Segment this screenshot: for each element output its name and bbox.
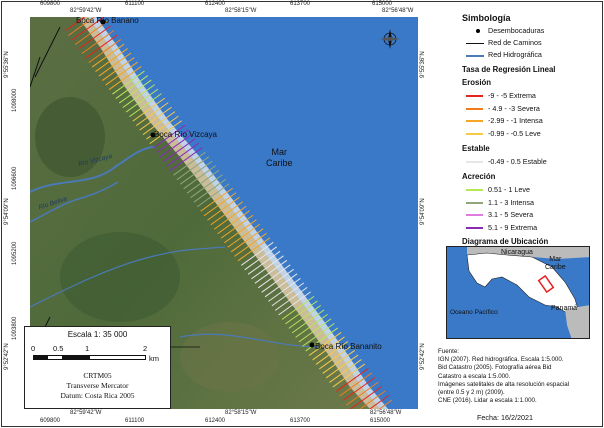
- place-boca-rio-banano: Boca Río Banano: [76, 17, 139, 25]
- inset-svg: [466, 247, 589, 338]
- erosion-class-swatch: [466, 107, 483, 110]
- grid-x-bottom-label: 611100: [125, 418, 145, 424]
- erosion-class-swatch: [466, 132, 483, 135]
- legend-title: Simbología: [462, 13, 511, 23]
- erosion-class-swatch: [466, 120, 483, 122]
- source-title: Fuente:: [438, 348, 459, 355]
- river-legend-icon: [466, 55, 484, 57]
- lon-top-label: 82°56'48"W: [382, 8, 414, 14]
- grid-x-bottom-label: 609800: [40, 418, 61, 424]
- acrecion-class-swatch: [466, 214, 483, 216]
- erosion-class-swatch: [466, 95, 483, 97]
- sea-label-line1: Mar: [271, 147, 288, 157]
- sea-label: Mar Caribe: [266, 147, 293, 169]
- acrecion-class-label: 5.1 - 9 Extrema: [488, 222, 538, 232]
- source-line: (entre 0.5 y 2 m) (2009).: [438, 389, 505, 397]
- erosion-class-label: -2.99 - -1 Intensa: [488, 116, 543, 125]
- erosion-class-label: -9 - -5 Extrema: [488, 91, 536, 100]
- projection-name: Transverse Mercator: [66, 381, 129, 390]
- grid-x-bottom-label: 615000: [370, 418, 391, 424]
- lat-left-label: 9°55'36"N: [4, 51, 10, 78]
- grid-x-top-label: 612400: [205, 1, 226, 7]
- map-date: Fecha: 16/2/2021: [477, 413, 533, 422]
- legend-erosion-title: Erosión: [462, 78, 492, 87]
- inset-mar: Mar: [549, 256, 562, 263]
- grid-x-top-label: 613700: [290, 1, 311, 7]
- lat-right-label: 9°52'42"N: [420, 343, 426, 370]
- legend-hidrografica: Red Hidrográfica: [488, 50, 542, 59]
- inset-mar-caribe: Mar Caribe: [545, 256, 566, 272]
- legend-acrecion-title: Acreción: [462, 172, 496, 181]
- erosion-class-label: -0.99 - -0.5 Leve: [488, 128, 541, 138]
- acrecion-class-swatch: [466, 226, 483, 229]
- compass-rose-icon: [380, 29, 400, 49]
- acrecion-class-label: 0.51 - 1 Leve: [488, 185, 530, 194]
- vegetation-patch: [180, 322, 280, 392]
- scale-unit: km: [149, 354, 159, 363]
- legend-location-title: Diagrama de Ubicación: [462, 237, 549, 246]
- vegetation-patch: [60, 232, 180, 322]
- sea-label-line2: Caribe: [266, 158, 293, 168]
- lon-bottom-label: 82°56'48"W: [370, 410, 402, 416]
- acrecion-class-label: 3.1 - 5 Severa: [488, 210, 534, 219]
- scale-tick-05: 0.5: [53, 344, 64, 353]
- lon-bottom-label: 82°58'15"W: [225, 410, 257, 416]
- road-legend-icon: [466, 43, 484, 44]
- grid-y-left-label: 1095200: [12, 241, 18, 265]
- acrecion-class-swatch: [466, 189, 483, 191]
- location-inset-map: Nicaragua Mar Caribe Oceano Pacífico Pan…: [446, 246, 590, 339]
- source-block: Fuente: IGN (2007). Red hidrográfica. Es…: [438, 348, 598, 405]
- lat-right-label: 9°55'36"N: [420, 51, 426, 78]
- place-boca-rio-bananito: Boca Río Bananito: [315, 342, 382, 351]
- scale-tick-0: 0: [31, 344, 36, 353]
- grid-x-top-label: 609800: [40, 1, 61, 7]
- acrecion-class-label: 1.1 - 3 Intensa: [488, 197, 534, 207]
- place-boca-rio-vizcaya: Boca Río Vizcaya: [154, 130, 217, 139]
- grid-x-top-label: 615000: [372, 1, 393, 7]
- inset-nicaragua: Nicaragua: [501, 249, 533, 256]
- projection-code: CRTM05: [83, 371, 112, 380]
- acrecion-class-swatch: [466, 201, 483, 204]
- source-line: Imágenes satelitales de alta resolución …: [438, 380, 570, 388]
- desembocadura-point: [309, 342, 315, 348]
- inset-oceano: Oceano Pacífico: [450, 309, 498, 316]
- source-line: IGN (2007). Red hidrográfica. Escala 1:5…: [438, 356, 564, 364]
- source-line: CNE (2016). Lidar a escala 1:1.000.: [438, 397, 537, 405]
- scale-tick-2: 2: [143, 344, 148, 353]
- inset-panama: Panamá: [551, 305, 578, 312]
- source-line: Catastro a escala 1:5.000.: [438, 372, 511, 380]
- scale-bar: [33, 355, 146, 360]
- grid-x-bottom-label: 613700: [290, 418, 311, 424]
- grid-y-left-label: 1093800: [12, 316, 18, 340]
- projection-datum: Datum: Costa Rica 2005: [60, 391, 135, 400]
- source-line: Bid Catastro (2005). Fotografía aérea Bi…: [438, 364, 552, 372]
- grid-y-left-label: 1096600: [12, 166, 18, 190]
- grid-x-bottom-label: 612400: [205, 418, 226, 424]
- scale-title: Escala 1: 35 000: [67, 330, 128, 339]
- grid-x-top-label: 611100: [125, 1, 145, 7]
- erosion-class-label: - 4.9 - -3 Severa: [488, 103, 540, 113]
- lat-left-label: 9°52'42"N: [4, 343, 10, 370]
- desembocadura-legend-icon: [476, 29, 480, 33]
- vegetation-patch: [35, 97, 105, 177]
- lat-right-label: 9°54'09"N: [420, 198, 426, 225]
- legend-desembocaduras: Desembocaduras: [488, 26, 545, 35]
- legend-rate-title: Tasa de Regresión Lineal: [462, 65, 556, 74]
- lon-bottom-label: 82°59'42"W: [70, 410, 102, 416]
- legend-estable-title: Estable: [462, 144, 490, 153]
- lon-top-label: 82°58'15"W: [225, 8, 257, 14]
- inset-caribe: Caribe: [545, 264, 566, 271]
- estable-class-swatch: [466, 161, 483, 163]
- legend-caminos: Red de Caminos: [488, 38, 542, 47]
- scale-box: Escala 1: 35 000 0 0.5 1 2 km CRTM05 Tra…: [24, 326, 171, 409]
- scale-tick-1: 1: [85, 344, 90, 353]
- lat-left-label: 9°54'09"N: [4, 198, 10, 225]
- estable-class-label: -0.49 - 0.5 Estable: [488, 157, 547, 166]
- lon-top-label: 82°59'42"W: [70, 8, 102, 14]
- grid-y-left-label: 1098000: [12, 88, 18, 112]
